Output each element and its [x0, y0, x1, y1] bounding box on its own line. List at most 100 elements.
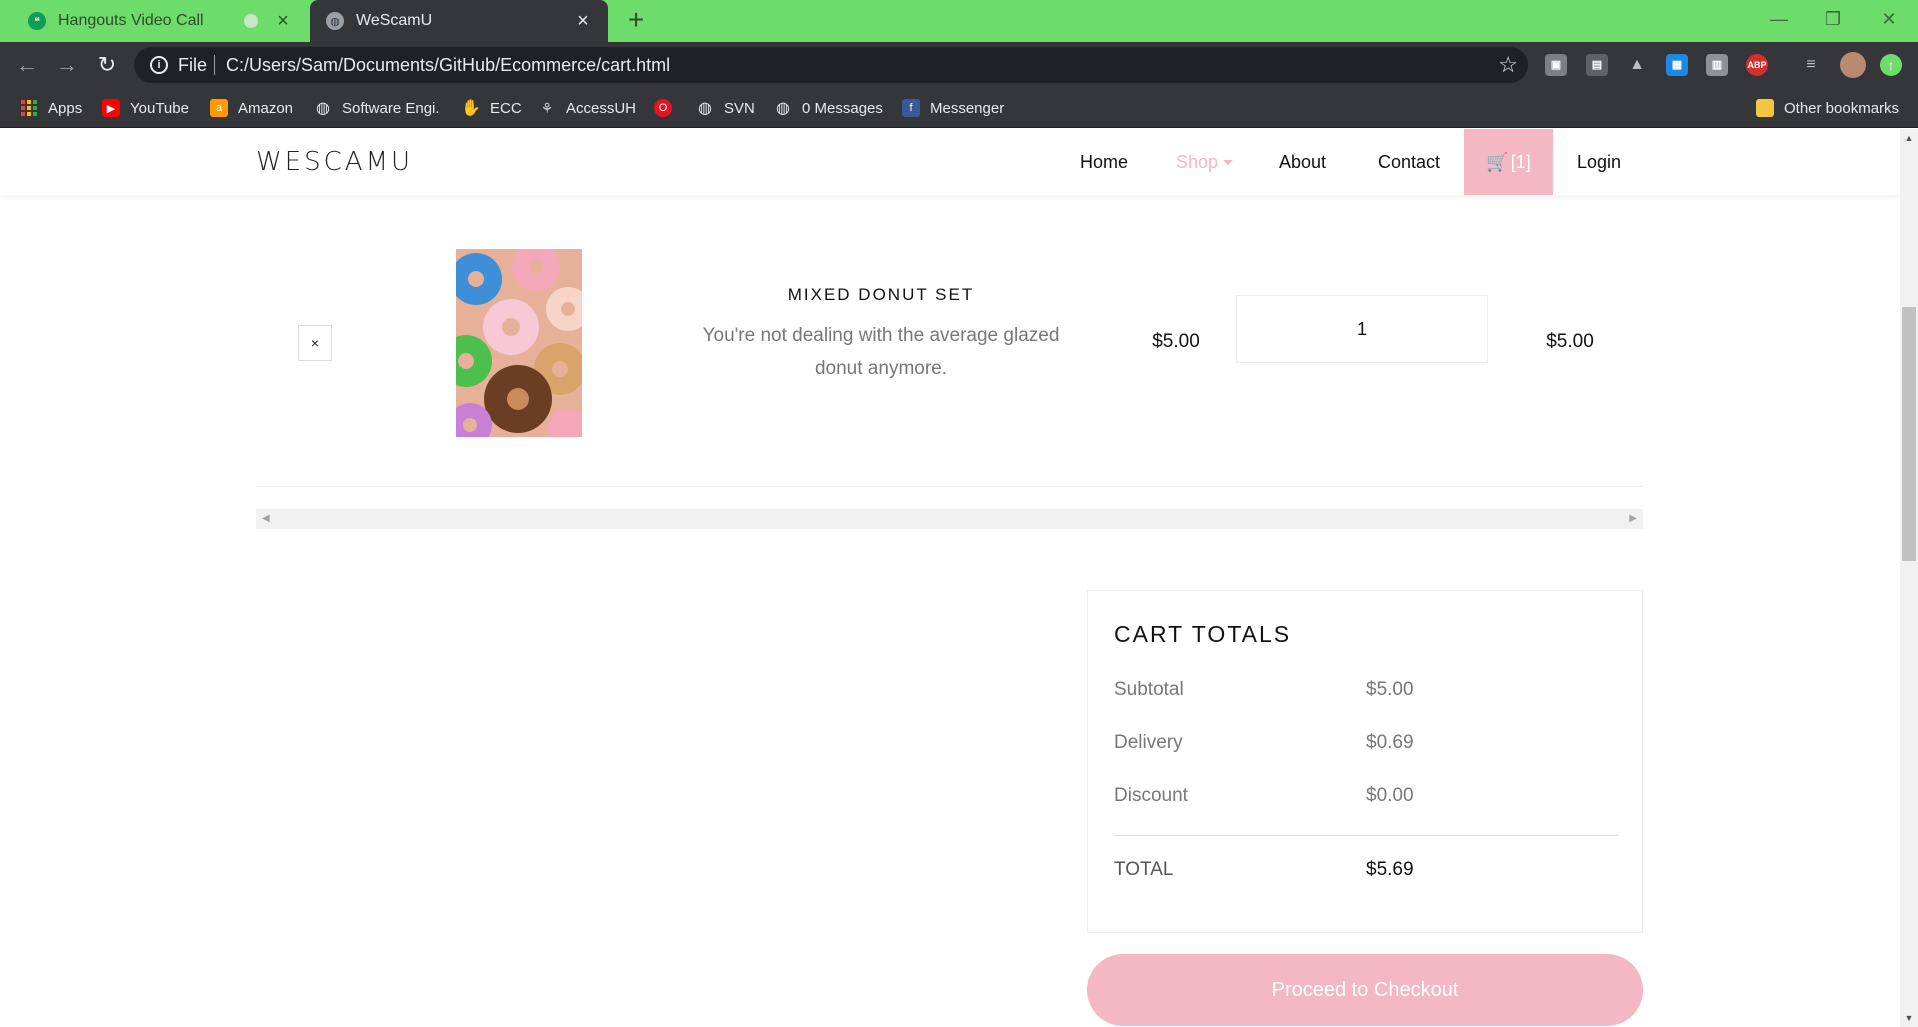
- scrollbar-thumb[interactable]: [1902, 307, 1916, 561]
- tab-title: WeScamU: [356, 12, 433, 29]
- scroll-left-icon[interactable]: ◀: [262, 513, 270, 524]
- remove-item-button[interactable]: ×: [298, 325, 332, 361]
- nav-home[interactable]: Home: [1080, 129, 1128, 195]
- new-tab-button[interactable]: +: [622, 6, 650, 34]
- apps-grid-icon: [20, 99, 38, 117]
- close-tab-icon[interactable]: ×: [272, 10, 294, 32]
- facebook-icon: f: [902, 99, 920, 117]
- nav-contact[interactable]: Contact: [1378, 129, 1440, 195]
- hangouts-icon: ❝: [28, 12, 46, 30]
- product-description: You're not dealing with the average glaz…: [702, 325, 1060, 379]
- divider: [1114, 835, 1618, 836]
- subtotal-value: $5.00: [1366, 679, 1414, 700]
- scroll-right-icon[interactable]: ▶: [1629, 513, 1637, 524]
- info-icon[interactable]: i: [150, 56, 168, 74]
- bookmark-label: 0 Messages: [802, 99, 883, 117]
- proceed-to-checkout-button[interactable]: Proceed to Checkout: [1087, 954, 1643, 1026]
- bookmark-apps[interactable]: Apps: [20, 96, 82, 120]
- bookmark-label: Software Engi.: [342, 99, 440, 117]
- vertical-scrollbar[interactable]: ▲ ▼: [1900, 129, 1918, 1027]
- bookmark-label: Messenger: [930, 99, 1005, 117]
- quantity-input[interactable]: 1: [1236, 295, 1488, 363]
- total-value: $5.69: [1366, 859, 1414, 880]
- cart-totals-panel: CART TOTALS Subtotal $5.00 Delivery $0.6…: [1087, 590, 1643, 933]
- cart-item-row: × MIXED DONUT SET You're not dealing wit…: [256, 195, 1643, 487]
- media-controls-icon[interactable]: ≡: [1800, 54, 1822, 76]
- hand-icon: ✋: [461, 100, 481, 117]
- bookmark-opera[interactable]: O: [654, 96, 682, 120]
- page-viewport: WESCAMU Home Shop About Contact 🛒 [1] Lo…: [0, 129, 1900, 1027]
- globe-icon: ◍: [776, 100, 790, 117]
- back-icon[interactable]: ←: [12, 50, 42, 80]
- delivery-label: Delivery: [1114, 732, 1183, 753]
- nav-shop[interactable]: Shop: [1176, 129, 1234, 195]
- bookmark-other[interactable]: Other bookmarks: [1756, 96, 1899, 120]
- minimize-icon[interactable]: —: [1762, 4, 1796, 34]
- line-total: $5.00: [1546, 331, 1594, 352]
- nav-cart-button[interactable]: 🛒 [1]: [1464, 129, 1553, 195]
- scroll-up-icon[interactable]: ▲: [1904, 133, 1914, 143]
- globe-icon: ◍: [326, 12, 344, 30]
- bookmark-messenger[interactable]: f Messenger: [902, 96, 1004, 120]
- globe-icon: ◍: [698, 100, 712, 117]
- site-navbar: WESCAMU Home Shop About Contact 🛒 [1] Lo…: [0, 129, 1900, 195]
- bookmark-label: Amazon: [238, 99, 294, 117]
- bookmark-svn[interactable]: ◍ SVN: [696, 96, 755, 120]
- bookmark-star-icon[interactable]: ☆: [1498, 52, 1518, 78]
- extension-icon[interactable]: ▦: [1666, 54, 1688, 76]
- extension-icon[interactable]: ▣: [1545, 54, 1567, 76]
- bookmark-label: ECC: [490, 99, 522, 117]
- extension-icon[interactable]: ▤: [1586, 54, 1608, 76]
- product-price: $5.00: [1152, 331, 1200, 352]
- google-drive-icon[interactable]: ▲: [1626, 54, 1648, 76]
- close-window-icon[interactable]: ✕: [1872, 4, 1906, 34]
- bookmark-messages[interactable]: ◍ 0 Messages: [774, 96, 883, 120]
- close-tab-icon[interactable]: ×: [572, 10, 594, 32]
- bookmark-accessuh[interactable]: ⚘ AccessUH: [538, 96, 636, 120]
- forward-icon[interactable]: →: [52, 50, 82, 80]
- bookmark-ecc[interactable]: ✋ ECC: [461, 96, 522, 120]
- bookmark-amazon[interactable]: a Amazon: [210, 96, 293, 120]
- delivery-value: $0.69: [1366, 732, 1414, 753]
- folder-icon: [1756, 99, 1774, 117]
- product-image: [456, 249, 582, 437]
- cart-totals-heading: CART TOTALS: [1114, 621, 1292, 647]
- bookmark-youtube[interactable]: ▶ YouTube: [102, 96, 189, 120]
- bookmark-label: Apps: [48, 99, 83, 117]
- caret-down-icon: [1223, 159, 1234, 165]
- subtotal-label: Subtotal: [1114, 679, 1184, 700]
- discount-label: Discount: [1114, 785, 1188, 806]
- reload-icon[interactable]: ↻: [92, 50, 122, 80]
- bookmark-label: Other bookmarks: [1784, 99, 1900, 117]
- total-label: TOTAL: [1114, 859, 1174, 880]
- extension-icon[interactable]: ▥: [1706, 54, 1728, 76]
- nav-about[interactable]: About: [1279, 129, 1326, 195]
- bookmark-label: YouTube: [130, 99, 189, 117]
- restore-icon[interactable]: ❐: [1816, 4, 1850, 34]
- avatar[interactable]: [1840, 52, 1866, 78]
- url-scheme: File: [178, 55, 208, 75]
- discount-value: $0.00: [1366, 785, 1414, 806]
- adblock-plus-icon[interactable]: ABP: [1746, 54, 1768, 76]
- scroll-down-icon[interactable]: ▼: [1904, 1013, 1914, 1023]
- tab-hangouts[interactable]: ❝ Hangouts Video Call ×: [10, 0, 308, 42]
- nav-login[interactable]: Login: [1577, 129, 1621, 195]
- tab-title: Hangouts Video Call: [58, 12, 204, 29]
- divider: [214, 55, 215, 75]
- site-brand[interactable]: WESCAMU: [256, 147, 413, 177]
- address-bar[interactable]: i File C:/Users/Sam/Documents/GitHub/Eco…: [134, 47, 1528, 83]
- bookmark-software-engi[interactable]: ◍ Software Engi.: [314, 96, 440, 120]
- amazon-icon: a: [210, 99, 228, 117]
- accessuh-icon: ⚘: [540, 99, 554, 116]
- browser-tab-strip: ❝ Hangouts Video Call × ◍ WeScamU × + — …: [0, 0, 1918, 42]
- cart-count: [1]: [1510, 151, 1531, 172]
- globe-icon: ◍: [316, 100, 330, 117]
- opera-icon: O: [654, 99, 672, 117]
- bookmarks-bar: Apps ▶ YouTube a Amazon ◍ Software Engi.…: [0, 88, 1918, 128]
- url-text[interactable]: C:/Users/Sam/Documents/GitHub/Ecommerce/…: [226, 55, 670, 76]
- horizontal-scrollbar[interactable]: ◀ ▶: [256, 509, 1643, 529]
- update-icon[interactable]: ↑: [1880, 54, 1902, 76]
- cart-icon: 🛒: [1486, 151, 1509, 172]
- youtube-icon: ▶: [102, 99, 120, 117]
- tab-wescamu[interactable]: ◍ WeScamU ×: [310, 0, 608, 42]
